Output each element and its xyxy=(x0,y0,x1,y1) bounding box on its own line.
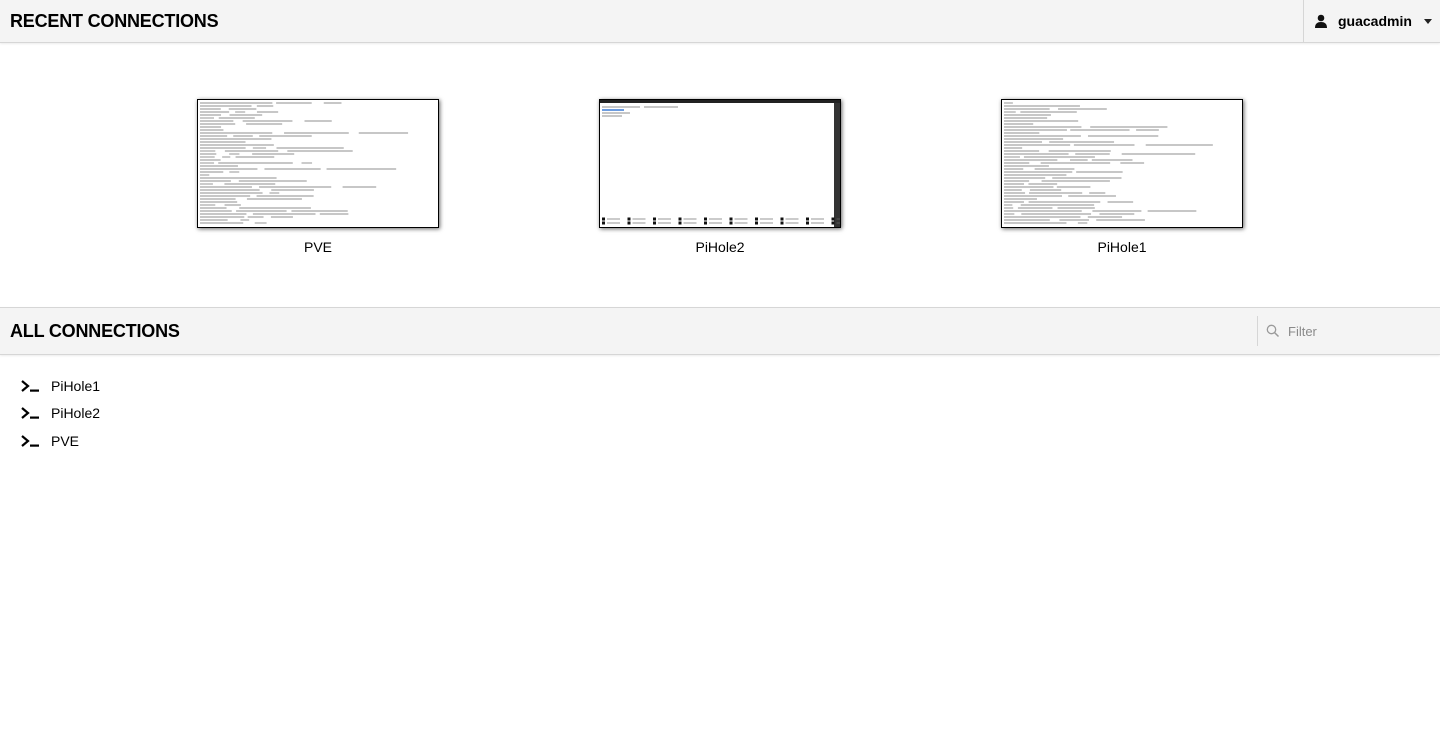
connection-item-pve[interactable]: PVE xyxy=(20,427,100,455)
recent-connection-label: PiHole1 xyxy=(1097,239,1147,255)
connection-thumbnail[interactable] xyxy=(1001,99,1243,228)
recent-connections-area: PVE PiHole2 PiHole1 xyxy=(0,43,1440,307)
recent-connection-label: PVE xyxy=(303,239,332,255)
recent-connection-label: PiHole2 xyxy=(695,239,745,255)
terminal-thumbnail-image xyxy=(1004,102,1213,224)
recent-connections-header: RECENT CONNECTIONS guacadmin xyxy=(0,0,1440,43)
terminal-prompt-icon xyxy=(20,379,40,393)
user-menu-button[interactable]: guacadmin xyxy=(1303,0,1440,42)
terminal-thumbnail-image xyxy=(200,102,409,224)
all-connections-header: ALL CONNECTIONS xyxy=(0,307,1440,355)
user-icon xyxy=(1314,14,1328,28)
recent-connection-pihole2[interactable]: PiHole2 xyxy=(599,99,841,255)
connection-name[interactable]: PiHole2 xyxy=(51,405,100,421)
connection-thumbnail[interactable] xyxy=(197,99,439,228)
filter-input[interactable] xyxy=(1286,322,1430,340)
connection-item-pihole1[interactable]: PiHole1 xyxy=(20,372,100,400)
recent-connection-pihole1[interactable]: PiHole1 xyxy=(1001,99,1243,255)
terminal-prompt-icon xyxy=(20,406,40,420)
recent-connections-title: RECENT CONNECTIONS xyxy=(10,10,219,31)
terminal-prompt-icon xyxy=(20,434,40,448)
search-icon xyxy=(1266,324,1280,338)
connection-list: PiHole1 PiHole2 PVE xyxy=(20,372,100,455)
connection-name[interactable]: PiHole1 xyxy=(51,378,100,394)
username: guacadmin xyxy=(1338,13,1412,29)
recent-connection-pve[interactable]: PVE xyxy=(197,99,439,255)
connection-item-pihole2[interactable]: PiHole2 xyxy=(20,400,100,428)
filter-box[interactable] xyxy=(1257,316,1440,346)
chevron-down-icon xyxy=(1423,18,1432,24)
terminal-thumbnail-image xyxy=(600,100,840,227)
all-connections-title: ALL CONNECTIONS xyxy=(10,320,180,341)
connection-name[interactable]: PVE xyxy=(51,433,79,449)
connection-thumbnail[interactable] xyxy=(599,99,841,228)
